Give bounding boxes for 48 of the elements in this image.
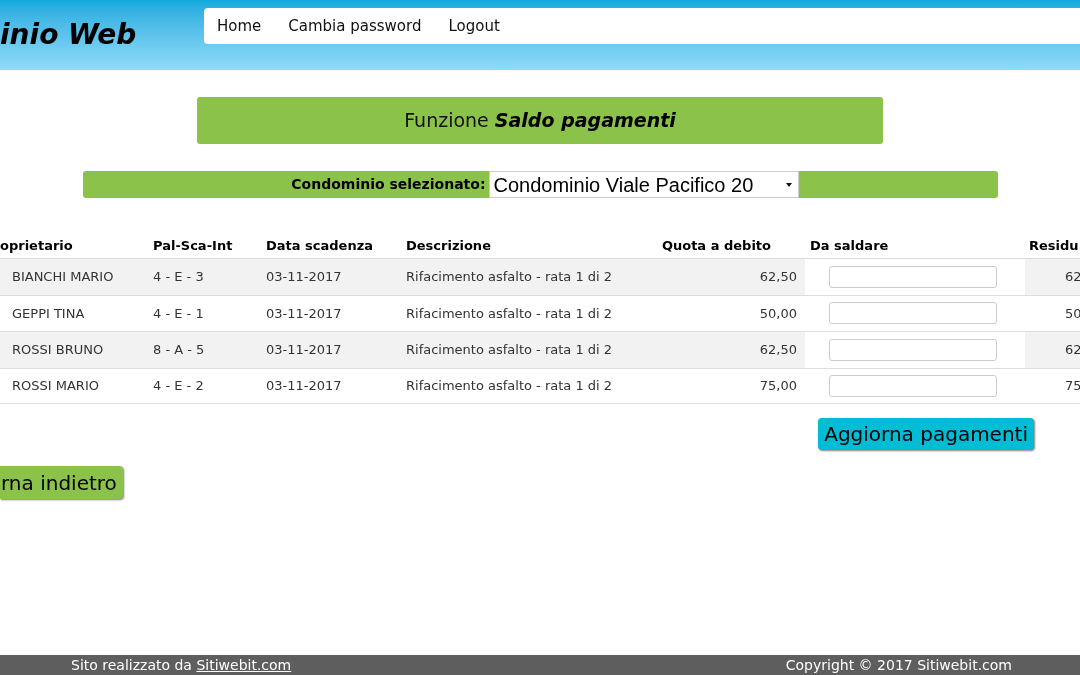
column-header: Pal-Sca-Int [153, 238, 233, 253]
function-title: Funzione Saldo pagamenti [404, 108, 676, 134]
amount-cell-text: 75,00 [759, 377, 797, 395]
site-logo: inio Web [0, 21, 137, 49]
owner-cell-text: GEPPI TINA [12, 304, 85, 323]
description-cell-text: Rifacimento asfalto - rata 1 di 2 [406, 268, 613, 286]
residual-cell-text: 75 [1065, 377, 1080, 395]
description-cell-text: Rifacimento asfalto - rata 1 di 2 [406, 304, 613, 323]
payment-input[interactable] [829, 302, 997, 325]
amount-cell-text: 62,50 [759, 268, 797, 286]
payment-input[interactable] [829, 265, 997, 288]
unit-cell-text: 4 - E - 2 [153, 377, 204, 395]
amount-cell-text: 50,00 [759, 304, 797, 323]
back-button[interactable]: rna indietro [0, 466, 123, 499]
copyright-text: Copyright © 2017 Sitiwebit.com [785, 655, 1012, 675]
payment-input[interactable] [829, 338, 997, 361]
column-header: Quota a debito [661, 238, 771, 253]
due-date-cell-text: 03-11-2017 [266, 268, 342, 286]
due-date-cell-text: 03-11-2017 [266, 304, 342, 323]
due-date-cell-text: 03-11-2017 [266, 377, 342, 395]
description-cell-text: Rifacimento asfalto - rata 1 di 2 [406, 341, 613, 359]
nav-link[interactable]: Home [217, 14, 262, 38]
caret-icon [785, 182, 792, 187]
residual-cell-text: 50 [1065, 304, 1080, 323]
due-date-cell-text: 03-11-2017 [266, 341, 342, 359]
unit-cell-text: 4 - E - 1 [153, 304, 204, 323]
update-payments-button[interactable]: Aggiorna pagamenti [818, 418, 1034, 450]
credit-link[interactable]: Sitiwebit.com [196, 656, 292, 673]
column-header: Residu [1029, 238, 1079, 253]
column-header: Data scadenza [266, 238, 373, 253]
nav-link[interactable]: Logout [448, 14, 500, 38]
owner-cell-text: ROSSI MARIO [12, 377, 99, 395]
column-header: Da saldare [810, 238, 889, 253]
description-cell-text: Rifacimento asfalto - rata 1 di 2 [406, 377, 613, 395]
condominium-select[interactable]: Condominio Viale Pacifico 20 [488, 171, 799, 198]
nav-link[interactable]: Cambia password [288, 14, 422, 38]
residual-cell-text: 62 [1065, 341, 1080, 359]
owner-cell-text: ROSSI BRUNO [12, 341, 104, 359]
payment-input[interactable] [829, 374, 997, 397]
unit-cell-text: 4 - E - 3 [153, 268, 204, 286]
amount-cell-text: 62,50 [759, 341, 797, 359]
unit-cell-text: 8 - A - 5 [153, 341, 205, 359]
column-header: oprietario [0, 238, 73, 253]
credit-text: Sito realizzato da Sitiwebit.com [71, 655, 292, 675]
selector-label: Condominio selezionato: [291, 175, 486, 194]
column-header: Descrizione [406, 238, 491, 253]
owner-cell-text: BIANCHI MARIO [12, 268, 114, 286]
residual-cell-text: 62 [1065, 268, 1080, 286]
